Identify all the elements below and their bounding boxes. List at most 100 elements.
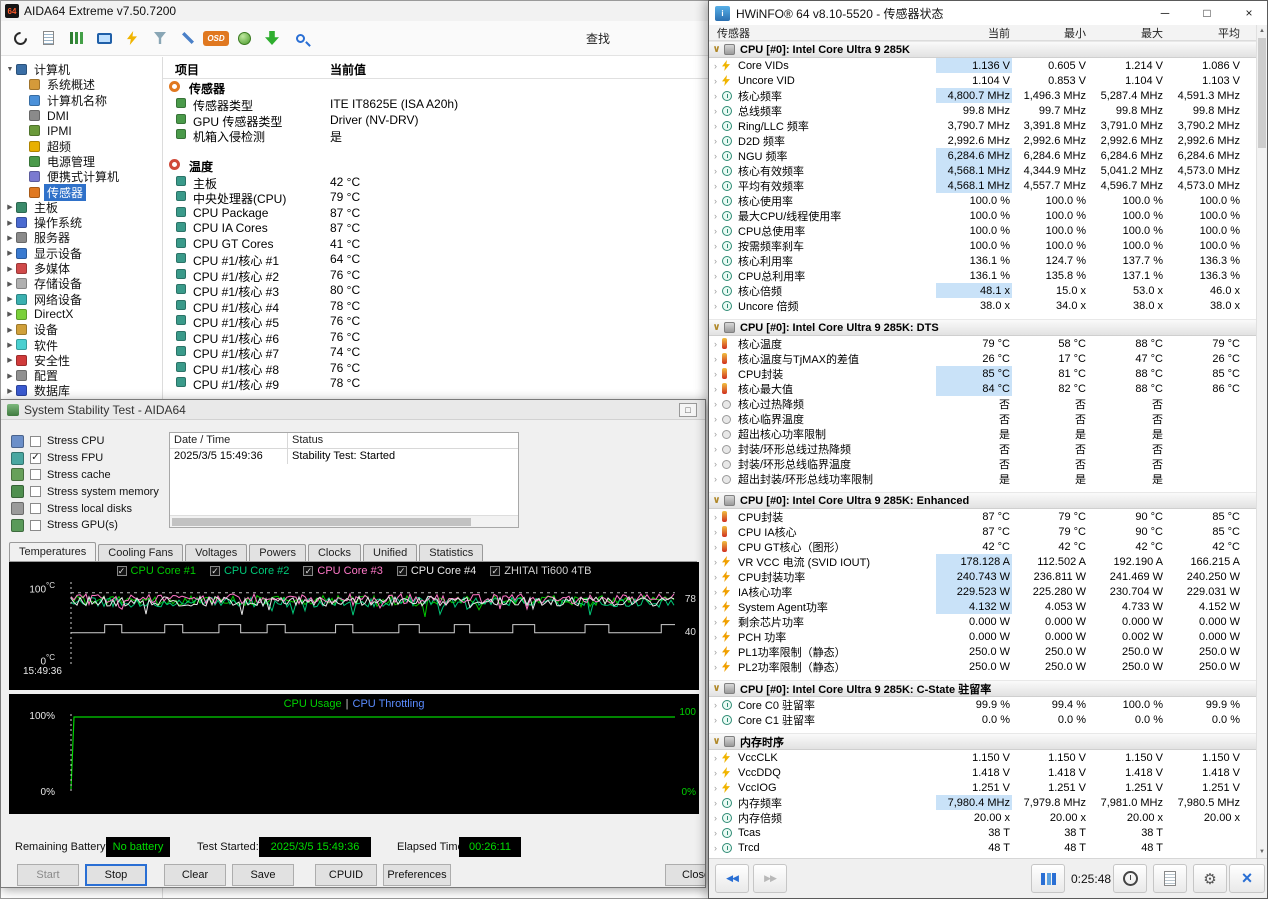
tab-temperatures[interactable]: Temperatures xyxy=(9,542,97,561)
chevron-right-icon[interactable]: › xyxy=(709,226,722,236)
tree-expand-icon[interactable]: ▶ xyxy=(4,219,16,227)
chevron-right-icon[interactable]: › xyxy=(709,700,722,710)
checkbox[interactable] xyxy=(30,452,41,464)
checkbox[interactable] xyxy=(30,469,41,481)
sidebar-item[interactable]: ▶ 主板 xyxy=(1,200,162,215)
sensor-row[interactable]: CPU #1/核心 #3 80 °C xyxy=(163,282,711,299)
sensor-row[interactable]: › 剩余芯片功率 0.000 W 0.000 W 0.000 W 0.000 W xyxy=(709,614,1256,629)
sidebar-item[interactable]: ▶ 数据库 xyxy=(1,383,162,398)
sidebar-item[interactable]: ▶ 存储设备 xyxy=(1,276,162,291)
sensor-row[interactable]: CPU GT Cores 41 °C xyxy=(163,236,711,252)
close-button[interactable]: × xyxy=(1231,1,1267,25)
chevron-right-icon[interactable]: › xyxy=(709,339,722,349)
chevron-right-icon[interactable]: › xyxy=(709,753,722,763)
column-header-minimum[interactable]: 最小 xyxy=(1012,25,1088,41)
sensor-row[interactable]: › Core VIDs 1.136 V 0.605 V 1.214 V 1.086 V xyxy=(709,58,1256,73)
scrollbar-thumb[interactable] xyxy=(1258,38,1266,148)
sidebar-item[interactable]: ▼ 计算机 xyxy=(1,62,162,77)
chevron-down-icon[interactable]: ∨ xyxy=(709,495,724,506)
sensor-row[interactable]: › 总线频率 99.8 MHz 99.7 MHz 99.8 MHz 99.8 MHz xyxy=(709,103,1256,118)
sensor-section-header[interactable]: ∨ CPU [#0]: Intel Core Ultra 9 285K: Enha… xyxy=(709,492,1256,509)
sensor-row[interactable]: › 封装/环形总线临界温度 否 否 否 xyxy=(709,456,1256,471)
tree-expand-icon[interactable]: ▶ xyxy=(4,295,16,303)
checkbox[interactable] xyxy=(30,519,41,531)
sensor-row[interactable]: › 平均有效频率 4,568.1 MHz 4,557.7 MHz 4,596.7 MHz… xyxy=(709,178,1256,193)
chevron-right-icon[interactable]: › xyxy=(709,181,722,191)
tree-expand-icon[interactable]: ▶ xyxy=(4,265,16,273)
legend-checkbox[interactable]: ✓ xyxy=(209,566,220,576)
settings-gear-button[interactable]: ⚙ xyxy=(1193,864,1227,893)
report-button[interactable] xyxy=(1153,864,1187,893)
sensor-row[interactable]: › Ring/LLC 频率 3,790.7 MHz 3,391.8 MHz 3,791.… xyxy=(709,118,1256,133)
maximize-button[interactable]: □ xyxy=(1189,1,1225,25)
sensor-row[interactable]: › CPU总利用率 136.1 % 135.8 % 137.1 % 136.3 % xyxy=(709,268,1256,283)
chevron-right-icon[interactable]: › xyxy=(709,384,722,394)
search-icon[interactable] xyxy=(287,25,313,51)
sidebar-item[interactable]: 超频 xyxy=(1,138,162,154)
sensor-row[interactable]: › 核心有效频率 4,568.1 MHz 4,344.9 MHz 5,041.2 MHz… xyxy=(709,163,1256,178)
sidebar-item[interactable]: 便携式计算机 xyxy=(1,169,162,184)
tree-expand-icon[interactable]: ▶ xyxy=(4,249,16,257)
chevron-down-icon[interactable]: ∨ xyxy=(709,736,724,747)
sidebar-item[interactable]: ▶ DirectX xyxy=(1,307,162,322)
sensor-row[interactable]: › CPU封装 85 °C 81 °C 88 °C 85 °C xyxy=(709,366,1256,381)
chevron-right-icon[interactable]: › xyxy=(709,399,722,409)
chevron-down-icon[interactable]: ∨ xyxy=(709,322,724,333)
sidebar-item[interactable]: ▶ 网络设备 xyxy=(1,291,162,307)
sensor-row[interactable]: › CPU封装 87 °C 79 °C 90 °C 85 °C xyxy=(709,509,1256,524)
sensor-section-header[interactable]: ∨ CPU [#0]: Intel Core Ultra 9 285K: C-St… xyxy=(709,680,1256,697)
log-column-datetime[interactable]: Date / Time xyxy=(170,433,288,448)
sensor-row[interactable]: › PL1功率限制（静态） 250.0 W 250.0 W 250.0 W 250.0 W xyxy=(709,644,1256,659)
clock-button[interactable] xyxy=(1113,864,1147,893)
chevron-right-icon[interactable]: › xyxy=(709,798,722,808)
tree-expand-icon[interactable]: ▶ xyxy=(4,203,16,211)
sensor-row[interactable]: › CPU封装功率 240.743 W 236.811 W 241.469 W 240.2… xyxy=(709,569,1256,584)
sensor-row[interactable]: › 封装/环形总线过热降频 否 否 否 xyxy=(709,441,1256,456)
tree-expand-icon[interactable]: ▶ xyxy=(4,280,16,288)
sensor-group-row[interactable]: 温度 xyxy=(163,157,711,174)
sensor-row[interactable]: › 内存倍频 20.00 x 20.00 x 20.00 x 20.00 x xyxy=(709,810,1256,825)
chevron-right-icon[interactable]: › xyxy=(709,813,722,823)
close-sensors-button[interactable]: × xyxy=(1229,864,1265,893)
sensor-row[interactable]: 主板 42 °C xyxy=(163,174,711,191)
chevron-right-icon[interactable]: › xyxy=(709,271,722,281)
tree-expand-icon[interactable]: ▶ xyxy=(4,372,16,380)
chevron-right-icon[interactable]: › xyxy=(709,136,722,146)
sensor-row[interactable]: CPU #1/核心 #2 76 °C xyxy=(163,267,711,284)
checkbox[interactable] xyxy=(30,503,41,515)
sensor-row[interactable]: › Trcd 48 T 48 T 48 T xyxy=(709,840,1256,855)
maximize-button[interactable]: □ xyxy=(679,402,697,417)
stability-titlebar[interactable]: System Stability Test - AIDA64 □ xyxy=(1,400,705,420)
scrollbar[interactable]: ▲ ▼ xyxy=(1256,25,1267,858)
display-icon[interactable] xyxy=(91,25,117,51)
log-scrollbar-thumb[interactable] xyxy=(172,518,472,526)
sensor-row[interactable]: › 核心频率 4,800.7 MHz 1,496.3 MHz 5,287.4 MHz 4,… xyxy=(709,88,1256,103)
chevron-right-icon[interactable]: › xyxy=(709,106,722,116)
clear-button[interactable]: Clear xyxy=(164,864,226,886)
chevron-right-icon[interactable]: › xyxy=(709,828,722,838)
sensor-row[interactable]: CPU #1/核心 #6 76 °C xyxy=(163,329,711,346)
chevron-right-icon[interactable]: › xyxy=(709,617,722,627)
chevron-right-icon[interactable]: › xyxy=(709,587,722,597)
preferences-button[interactable]: Preferences xyxy=(383,864,451,886)
sensor-row[interactable]: › Uncore 倍频 38.0 x 34.0 x 38.0 x 38.0 x xyxy=(709,298,1256,313)
sensor-row[interactable]: › 超出封装/环形总线功率限制 是 是 是 xyxy=(709,471,1256,486)
sensor-row[interactable]: › 按需频率刹车 100.0 % 100.0 % 100.0 % 100.0 % xyxy=(709,238,1256,253)
save-button[interactable]: Save xyxy=(232,864,294,886)
tab-unified[interactable]: Unified xyxy=(363,544,418,561)
sensor-row[interactable]: › 核心利用率 136.1 % 124.7 % 137.7 % 136.3 % xyxy=(709,253,1256,268)
sidebar-item[interactable]: ▶ 多媒体 xyxy=(1,261,162,276)
chevron-right-icon[interactable]: › xyxy=(709,429,722,439)
log-row[interactable]: 2025/3/5 15:49:36 Stability Test: Started xyxy=(170,449,518,464)
sidebar-item[interactable]: ▶ 配置 xyxy=(1,368,162,383)
sensor-row[interactable]: 传感器类型 ITE IT8625E (ISA A20h) xyxy=(163,96,711,113)
sidebar-item[interactable]: IPMI xyxy=(1,123,162,138)
column-header-maximum[interactable]: 最大 xyxy=(1088,25,1165,41)
legend-checkbox[interactable]: ✓ xyxy=(116,566,127,576)
sensor-row[interactable]: › 核心温度与TjMAX的差值 26 °C 17 °C 47 °C 26 °C xyxy=(709,351,1256,366)
close-button[interactable]: Close xyxy=(665,864,705,886)
chevron-right-icon[interactable]: › xyxy=(709,542,722,552)
sensor-row[interactable]: CPU #1/核心 #5 76 °C xyxy=(163,313,711,330)
sensor-row[interactable]: › 核心临界温度 否 否 否 xyxy=(709,411,1256,426)
scroll-up-icon[interactable]: ▲ xyxy=(1257,25,1267,37)
